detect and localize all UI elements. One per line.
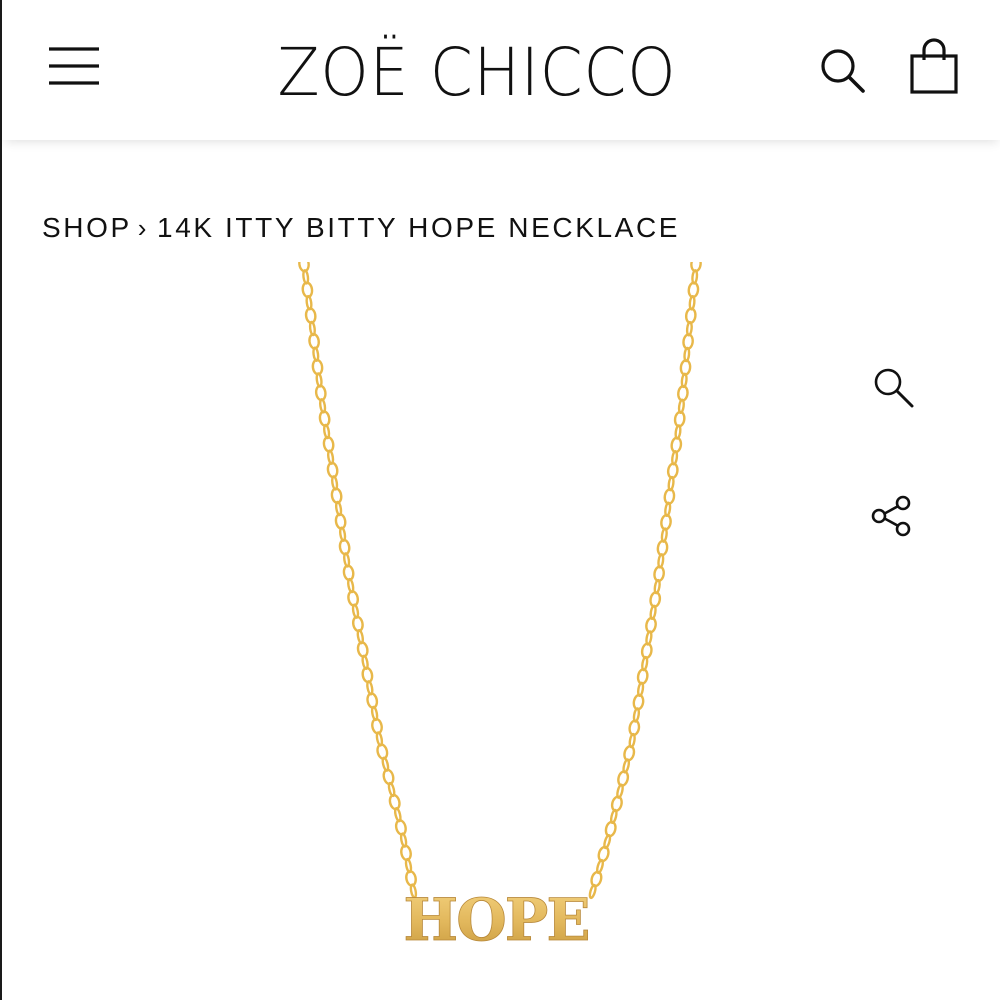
image-zoom-button[interactable] [868,362,920,414]
search-button[interactable] [816,44,868,96]
breadcrumb-separator: › [137,213,150,243]
chain-link [617,770,630,787]
chain-link [604,820,617,838]
breadcrumb-shop-link[interactable]: SHOP [42,212,132,243]
chain-link [610,795,623,813]
product-image[interactable]: HOPE [262,262,742,1000]
menu-button[interactable] [46,44,102,88]
chain-link [376,743,389,760]
zoom-icon [874,368,914,408]
site-header: ZOË CHICCO [2,0,1000,140]
shopping-bag-icon [910,38,958,94]
breadcrumb: SHOP › 14K ITTY BITTY HOPE NECKLACE [42,208,680,248]
chain-link [588,883,597,900]
necklace-illustration: HOPE [298,262,702,954]
chain-link [388,793,401,811]
pendant-hope: HOPE [403,886,588,954]
chain-link [597,845,610,863]
cart-button[interactable] [906,38,962,98]
necklace-chain-right [588,262,702,900]
share-icon [871,495,911,537]
share-button[interactable] [866,490,918,542]
hamburger-menu-icon [49,47,99,85]
necklace-chain-left [298,262,418,899]
chain-link [382,768,395,786]
search-icon [821,49,865,93]
brand-logo[interactable]: ZOË CHICCO [249,28,705,118]
breadcrumb-current-page: 14K ITTY BITTY HOPE NECKLACE [157,212,681,243]
product-page: ZOË CHICCO SHOP › 14K ITTY BITTY HOPE NECK… [0,0,1000,1000]
chain-link [590,870,603,888]
